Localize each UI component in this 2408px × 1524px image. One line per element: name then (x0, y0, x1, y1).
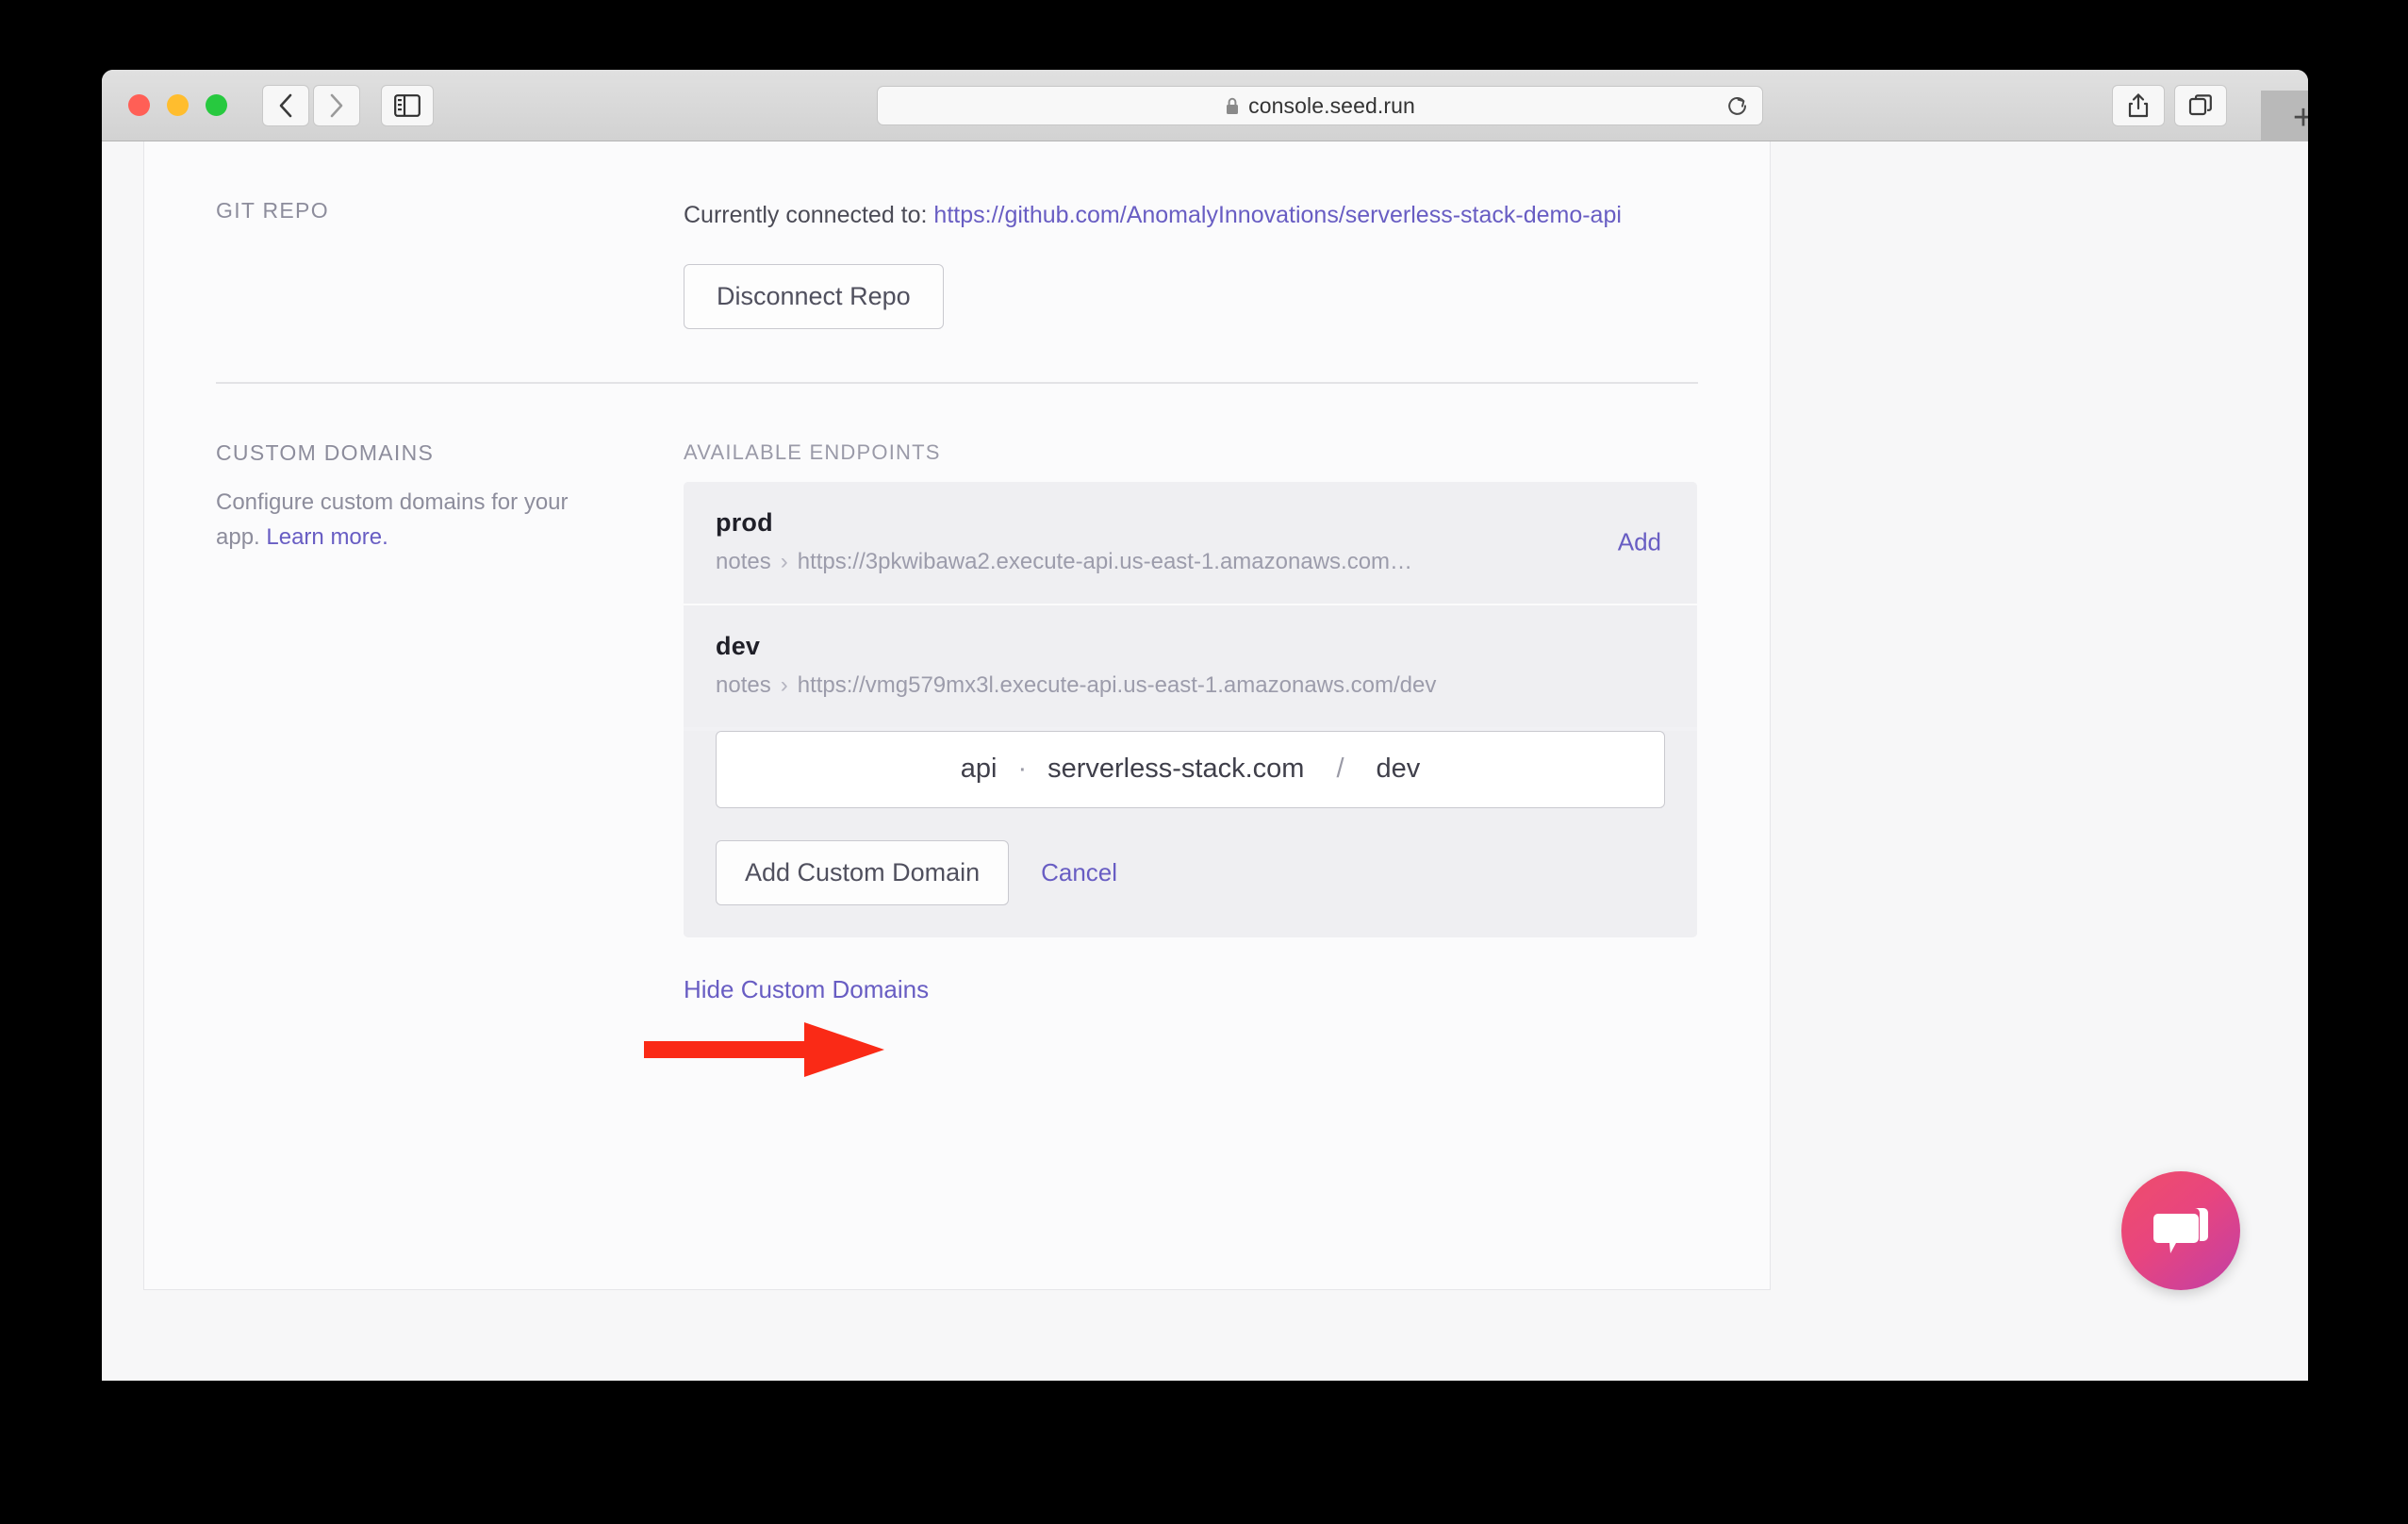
tab-overview-icon (2188, 94, 2212, 116)
disconnect-repo-button[interactable]: Disconnect Repo (684, 263, 944, 329)
chevron-left-icon (279, 93, 292, 118)
endpoints-panel: prod notes › https://3pkwibawa2.execute-ap… (684, 481, 1697, 937)
git-repo-label-column: GIT REPO (184, 198, 684, 329)
git-repo-title: GIT REPO (216, 198, 329, 223)
endpoint-url-dev: https://vmg579mx3l.execute-api.us-east-1… (797, 671, 1437, 698)
new-tab-label: + (2292, 98, 2308, 138)
address-bar-url: console.seed.run (1248, 92, 1415, 118)
lock-icon (1227, 97, 1239, 114)
sidebar-toggle-button[interactable] (381, 85, 434, 126)
custom-domains-content: AVAILABLE ENDPOINTS prod notes › https://3… (684, 440, 1730, 1004)
subdomain-input[interactable]: api (961, 754, 998, 785)
slash-separator: / (1336, 754, 1344, 785)
window-controls (128, 94, 227, 116)
connected-prefix: Currently connected to: (684, 202, 934, 228)
learn-more-link[interactable]: Learn more. (266, 524, 388, 550)
endpoint-row-prod: prod notes › https://3pkwibawa2.execute-ap… (684, 481, 1697, 604)
new-tab-button[interactable]: + (2261, 91, 2308, 145)
minimize-window-button[interactable] (167, 94, 189, 116)
navigation-buttons (262, 85, 360, 126)
share-button[interactable] (2112, 85, 2165, 126)
chat-widget-button[interactable] (2121, 1171, 2240, 1290)
chevron-right-separator-icon: › (780, 548, 788, 574)
git-repo-section: GIT REPO Currently connected to: https:/… (184, 141, 1730, 329)
hide-custom-domains-link[interactable]: Hide Custom Domains (684, 975, 929, 1004)
browser-window: console.seed.run + GIT REPO Currently co… (102, 70, 2308, 1381)
git-repo-content: Currently connected to: https://github.c… (684, 198, 1730, 329)
endpoint-path-prod: notes › https://3pkwibawa2.execute-api.us-… (716, 549, 1665, 575)
add-custom-domain-button[interactable]: Add Custom Domain (716, 839, 1010, 905)
close-window-button[interactable] (128, 94, 150, 116)
reload-icon (1728, 97, 1747, 115)
toolbar-right-buttons (2112, 85, 2227, 126)
sidebar-toggle-icon (394, 94, 421, 117)
endpoint-service-prod: notes (716, 548, 771, 574)
base-path-input[interactable]: dev (1377, 754, 1421, 785)
add-domain-link-prod[interactable]: Add (1618, 528, 1661, 557)
chevron-right-separator-icon: › (780, 671, 788, 698)
custom-domain-input-row[interactable]: api · serverless-stack.com / dev (716, 730, 1665, 808)
page-content: GIT REPO Currently connected to: https:/… (102, 141, 2308, 1381)
address-bar[interactable]: console.seed.run (877, 86, 1763, 125)
endpoint-service-dev: notes (716, 671, 771, 698)
custom-domains-label-column: CUSTOM DOMAINS Configure custom domains … (184, 440, 684, 1004)
domain-select[interactable]: serverless-stack.com (1047, 754, 1304, 785)
custom-domains-description: Configure custom domains for your app. L… (216, 485, 612, 555)
endpoint-url-prod: https://3pkwibawa2.execute-api.us-east-1… (797, 548, 1413, 574)
chevron-right-icon (330, 93, 343, 118)
forward-button[interactable] (313, 85, 360, 126)
custom-domains-section: CUSTOM DOMAINS Configure custom domains … (184, 384, 1730, 1004)
repo-url-link[interactable]: https://github.com/AnomalyInnovations/se… (933, 202, 1622, 228)
dot-separator: · (1017, 754, 1028, 785)
endpoint-path-dev: notes › https://vmg579mx3l.execute-api.us-… (716, 672, 1665, 699)
tab-overview-button[interactable] (2174, 85, 2227, 126)
chat-bubble-icon (2153, 1208, 2208, 1253)
endpoint-row-dev: dev notes › https://vmg579mx3l.execute-api… (684, 603, 1697, 727)
form-actions: Add Custom Domain Cancel (716, 839, 1665, 905)
available-endpoints-label: AVAILABLE ENDPOINTS (684, 439, 941, 464)
share-icon (2128, 93, 2149, 118)
endpoint-name-dev: dev (716, 631, 761, 660)
back-button[interactable] (262, 85, 309, 126)
reload-button[interactable] (1724, 93, 1749, 118)
custom-domains-title: CUSTOM DOMAINS (216, 439, 435, 465)
cancel-link[interactable]: Cancel (1041, 858, 1117, 887)
endpoint-name-prod: prod (716, 507, 773, 537)
add-custom-domain-form: api · serverless-stack.com / dev Add Cus… (684, 730, 1697, 937)
browser-toolbar: console.seed.run + (102, 70, 2308, 145)
settings-card: GIT REPO Currently connected to: https:/… (143, 141, 1771, 1290)
maximize-window-button[interactable] (206, 94, 227, 116)
connected-repo-text: Currently connected to: https://github.c… (684, 198, 1636, 234)
